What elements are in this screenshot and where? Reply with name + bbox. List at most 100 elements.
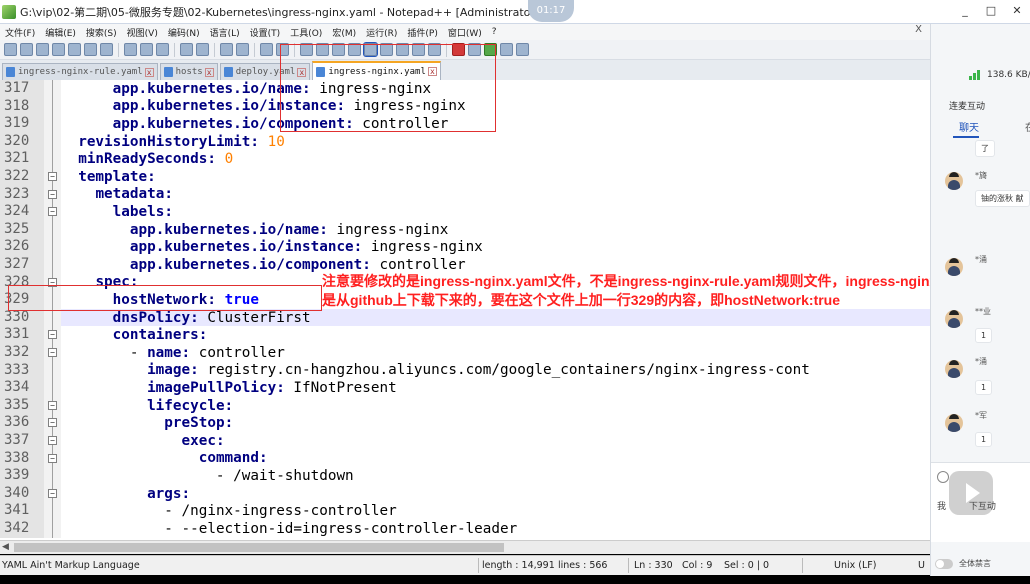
redo-icon[interactable] bbox=[196, 43, 209, 56]
yaml-key: metadata bbox=[95, 186, 165, 203]
menu-language[interactable]: 语言(L) bbox=[205, 26, 245, 39]
tab-other[interactable]: 在 bbox=[1025, 119, 1030, 134]
mute-all-toggle[interactable] bbox=[935, 558, 953, 569]
yaml-key: labels bbox=[112, 203, 165, 220]
save-icon[interactable] bbox=[36, 43, 49, 56]
tab-ingress-nginx-rule[interactable]: ingress-nginx-rule.yaml x bbox=[2, 63, 158, 80]
print-icon[interactable] bbox=[100, 43, 113, 56]
save-all-icon[interactable] bbox=[52, 43, 65, 56]
code-text: command: bbox=[61, 450, 268, 466]
menu-file[interactable]: 文件(F) bbox=[0, 26, 40, 39]
yaml-colon: : bbox=[319, 221, 337, 238]
close-button[interactable]: ✕ bbox=[1004, 2, 1030, 20]
menu-window[interactable]: 窗口(W) bbox=[443, 26, 487, 39]
code-line[interactable]: 320 revisionHistoryLimit: 10 bbox=[0, 132, 930, 151]
menu-run[interactable]: 运行(R) bbox=[361, 26, 402, 39]
undo-icon[interactable] bbox=[180, 43, 193, 56]
code-line[interactable]: 333 image: registry.cn-hangzhou.aliyuncs… bbox=[0, 361, 930, 380]
save-macro-icon[interactable] bbox=[516, 43, 529, 56]
play-multiple-icon[interactable] bbox=[500, 43, 513, 56]
code-line[interactable]: 334 imagePullPolicy: IfNotPresent bbox=[0, 379, 930, 397]
fold-toggle-icon[interactable]: − bbox=[44, 185, 61, 204]
menu-plugins[interactable]: 插件(P) bbox=[402, 26, 442, 39]
tab-close-icon[interactable]: x bbox=[204, 67, 214, 77]
paste-icon[interactable] bbox=[156, 43, 169, 56]
code-line[interactable]: 342 - --election-id=ingress-controller-l… bbox=[0, 520, 930, 538]
code-line[interactable]: 323− metadata: bbox=[0, 185, 930, 204]
line-number: 318 bbox=[0, 97, 44, 116]
copy-icon[interactable] bbox=[140, 43, 153, 56]
menu-edit[interactable]: 编辑(E) bbox=[40, 26, 81, 39]
code-line[interactable]: 332− - name: controller bbox=[0, 344, 930, 362]
tab-chat[interactable]: 聊天 bbox=[959, 119, 979, 134]
code-line[interactable]: 326 app.kubernetes.io/instance: ingress-… bbox=[0, 238, 930, 256]
code-indent: - bbox=[61, 467, 234, 484]
code-line[interactable]: 324− labels: bbox=[0, 203, 930, 221]
menu-view[interactable]: 视图(V) bbox=[122, 26, 163, 39]
code-line[interactable]: 336− preStop: bbox=[0, 414, 930, 432]
fold-toggle-icon[interactable]: − bbox=[44, 344, 61, 362]
line-number: 339 bbox=[0, 467, 44, 485]
code-line[interactable]: 335− lifecycle: bbox=[0, 396, 930, 415]
fold-guide bbox=[44, 115, 61, 133]
horizontal-scrollbar[interactable]: ◀ bbox=[0, 540, 930, 554]
menu-search[interactable]: 搜索(S) bbox=[81, 26, 122, 39]
new-file-icon[interactable] bbox=[4, 43, 17, 56]
menu-settings[interactable]: 设置(T) bbox=[245, 26, 286, 39]
menu-macro[interactable]: 宏(M) bbox=[327, 26, 361, 39]
find-icon[interactable] bbox=[220, 43, 233, 56]
menu-help[interactable]: ? bbox=[487, 27, 502, 37]
cut-icon[interactable] bbox=[124, 43, 137, 56]
yaml-value: controller bbox=[379, 256, 466, 273]
panel-title: 连麦互动 bbox=[949, 102, 986, 112]
fold-toggle-icon[interactable]: − bbox=[44, 484, 61, 503]
tab-hosts[interactable]: hosts x bbox=[159, 63, 218, 80]
yaml-colon: : bbox=[276, 379, 294, 396]
line-number: 323 bbox=[0, 185, 44, 204]
yaml-value: ingress-nginx bbox=[370, 239, 483, 256]
code-line[interactable]: 322− template: bbox=[0, 168, 930, 186]
fold-toggle-icon[interactable]: − bbox=[44, 168, 61, 186]
replace-icon[interactable] bbox=[236, 43, 249, 56]
maximize-button[interactable]: □ bbox=[978, 2, 1004, 20]
emoji-icon[interactable] bbox=[937, 471, 949, 483]
code-line[interactable]: 325 app.kubernetes.io/name: ingress-ngin… bbox=[0, 220, 930, 239]
yaml-value: --election-id=ingress-controller-leader bbox=[181, 520, 518, 537]
chat-input-area[interactable]: 我 下互动 bbox=[931, 462, 1030, 542]
code-line[interactable]: 338− command: bbox=[0, 449, 930, 468]
scrollbar-thumb[interactable] bbox=[14, 543, 504, 552]
fold-toggle-icon[interactable]: − bbox=[44, 414, 61, 432]
code-line[interactable]: 341 - /nginx-ingress-controller bbox=[0, 502, 930, 520]
close-all-icon[interactable] bbox=[84, 43, 97, 56]
minimize-button[interactable]: _ bbox=[952, 2, 978, 20]
scroll-left-icon[interactable]: ◀ bbox=[2, 542, 9, 552]
code-text: - /wait-shutdown bbox=[61, 468, 354, 484]
code-text: app.kubernetes.io/component: controller bbox=[61, 257, 466, 273]
fold-toggle-icon[interactable]: − bbox=[44, 326, 61, 344]
status-bar: YAML Ain't Markup Language length : 14,9… bbox=[0, 555, 930, 575]
code-line[interactable]: 339 - /wait-shutdown bbox=[0, 467, 930, 485]
fold-toggle-icon[interactable]: − bbox=[44, 396, 61, 415]
close-document-icon[interactable]: X bbox=[915, 24, 922, 35]
close-file-icon[interactable] bbox=[68, 43, 81, 56]
fold-toggle-icon[interactable]: − bbox=[44, 432, 61, 450]
code-line[interactable]: 340− args: bbox=[0, 484, 930, 503]
zoom-in-icon[interactable] bbox=[260, 43, 273, 56]
yaml-colon: : bbox=[259, 450, 268, 467]
fold-toggle-icon[interactable]: − bbox=[44, 449, 61, 468]
open-file-icon[interactable] bbox=[20, 43, 33, 56]
fold-toggle-icon[interactable]: − bbox=[44, 203, 61, 221]
tab-close-icon[interactable]: x bbox=[144, 67, 154, 77]
yaml-value: 0 bbox=[224, 151, 234, 168]
yaml-colon: : bbox=[164, 203, 173, 220]
code-line[interactable]: 330 dnsPolicy: ClusterFirst bbox=[0, 308, 930, 327]
code-text: - /nginx-ingress-controller bbox=[61, 503, 396, 519]
menu-tools[interactable]: 工具(O) bbox=[285, 26, 327, 39]
menu-encoding[interactable]: 编码(N) bbox=[163, 26, 205, 39]
code-line[interactable]: 321 minReadySeconds: 0 bbox=[0, 150, 930, 168]
code-line[interactable]: 337− exec: bbox=[0, 432, 930, 450]
code-line[interactable]: 331− containers: bbox=[0, 326, 930, 344]
code-line[interactable]: 327 app.kubernetes.io/component: control… bbox=[0, 256, 930, 274]
